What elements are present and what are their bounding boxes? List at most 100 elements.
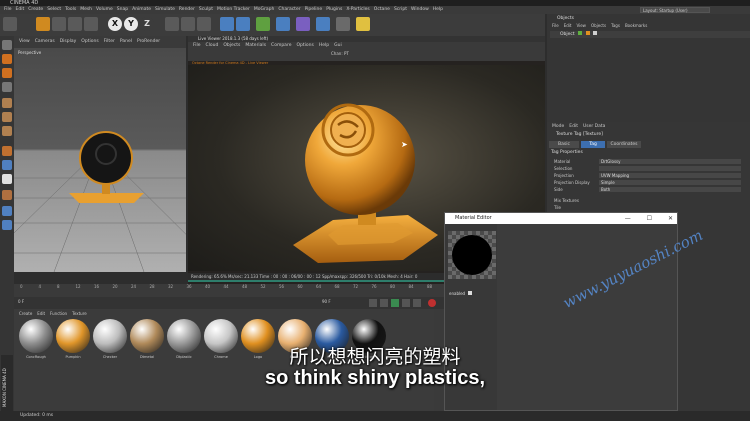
menu-item-mesh[interactable]: Mesh — [80, 6, 92, 14]
floor-icon[interactable] — [316, 17, 330, 31]
camera-icon[interactable] — [336, 17, 350, 31]
timeline-ruler[interactable]: 0 4 8 12 16 20 24 28 32 36 40 44 48 52 56 60 64 68 72 76 80 8… — [14, 284, 444, 297]
live-viewer-menu-objects[interactable]: Objects — [223, 42, 240, 49]
menu-item-pipeline[interactable]: Pipeline — [305, 6, 323, 14]
viewport-menu-options[interactable]: Options — [81, 36, 98, 48]
live-viewer-menu-options[interactable]: Options — [296, 42, 313, 49]
tab-tag[interactable]: Tag — [581, 141, 605, 148]
property-side[interactable]: Side Both — [551, 187, 741, 193]
workplane-icon[interactable] — [2, 82, 12, 92]
cube-icon[interactable] — [220, 17, 234, 31]
menu-item-tools[interactable]: Tools — [65, 6, 76, 14]
attribute-menu-mode[interactable]: Mode — [552, 124, 564, 130]
goto-start-icon[interactable] — [369, 299, 377, 307]
render-region-icon[interactable] — [165, 17, 179, 31]
tab-coordinates[interactable]: Coordinates — [607, 141, 641, 148]
viewport-menu-filter[interactable]: Filter — [104, 36, 115, 48]
objects-menu-edit[interactable]: Edit — [564, 22, 572, 29]
objects-menu-objects[interactable]: Objects — [591, 22, 606, 29]
goto-end-icon[interactable] — [413, 299, 421, 307]
menu-item-file[interactable]: File — [4, 6, 12, 14]
pen-icon[interactable] — [236, 17, 250, 31]
tab-basic[interactable]: Basic — [549, 141, 579, 148]
perspective-viewport[interactable]: View Cameras Display Options Filter Panel ProR… — [14, 36, 186, 272]
menu-item-select[interactable]: Select — [47, 6, 61, 14]
menu-item-snap[interactable]: Snap — [117, 6, 128, 14]
objects-menu-tags[interactable]: Tags — [611, 22, 620, 29]
property-projection[interactable]: Projection UVW Mapping — [551, 173, 741, 179]
viewport-menu-prorender[interactable]: ProRender — [137, 36, 160, 48]
snap-icon[interactable] — [2, 160, 12, 170]
minimize-icon[interactable]: — — [625, 215, 631, 222]
viewport-menu-display[interactable]: Display — [60, 36, 77, 48]
model-mode-icon[interactable] — [2, 54, 12, 64]
bullet-icon[interactable] — [2, 174, 12, 184]
end-frame-field[interactable]: 90 F — [322, 299, 331, 304]
menu-item-plugins[interactable]: Plugins — [326, 6, 342, 14]
select-tool-icon[interactable] — [36, 17, 50, 31]
subdivision-icon[interactable] — [256, 17, 270, 31]
record-icon[interactable] — [428, 299, 436, 307]
material-preview[interactable] — [448, 231, 496, 279]
rotate-tool-icon[interactable] — [84, 17, 98, 31]
objects-menu-view[interactable]: View — [576, 22, 586, 29]
edges-mode-icon[interactable] — [2, 112, 12, 122]
next-frame-icon[interactable] — [402, 299, 410, 307]
y-axis-button[interactable]: Y — [124, 17, 138, 31]
material-menu-create[interactable]: Create — [19, 311, 32, 317]
property-tile[interactable]: Tile — [551, 205, 741, 211]
channel-selector[interactable]: Chan: PT — [331, 51, 349, 56]
viewport-menu-panel[interactable]: Panel — [120, 36, 132, 48]
viewport-scene[interactable] — [14, 48, 186, 272]
menu-item-motion-tracker[interactable]: Motion Tracker — [217, 6, 250, 14]
x-axis-button[interactable]: X — [108, 17, 122, 31]
texture-mode-icon[interactable] — [2, 68, 12, 78]
deformer-icon[interactable] — [296, 17, 310, 31]
live-viewer-menu-file[interactable]: File — [193, 42, 201, 49]
planar-icon[interactable] — [2, 220, 12, 230]
live-viewer-menu-compare[interactable]: Compare — [271, 42, 291, 49]
menu-item-octane[interactable]: Octane — [374, 6, 390, 14]
prev-frame-icon[interactable] — [380, 299, 388, 307]
menu-item-simulate[interactable]: Simulate — [155, 6, 175, 14]
lock-workplane-icon[interactable] — [2, 190, 12, 200]
menu-item-render[interactable]: Render — [179, 6, 195, 14]
menu-item-script[interactable]: Script — [394, 6, 407, 14]
light-icon[interactable] — [356, 17, 370, 31]
menu-item-create[interactable]: Create — [28, 6, 43, 14]
enabled-toggle[interactable]: enabled — [449, 291, 473, 296]
polygons-mode-icon[interactable] — [2, 126, 12, 136]
live-viewer-menu-help[interactable]: Help — [319, 42, 329, 49]
object-row[interactable]: Object — [550, 31, 750, 38]
live-viewer-menu-cloud[interactable]: Cloud — [206, 42, 219, 49]
property-projection-display[interactable]: Projection Display Simple — [551, 180, 741, 186]
render-view-icon[interactable] — [181, 17, 195, 31]
viewport-menu-view[interactable]: View — [19, 36, 30, 48]
axis-mode-icon[interactable] — [2, 146, 12, 156]
property-material[interactable]: Material DrtGlossy — [551, 159, 741, 165]
layout-dropdown[interactable]: Layout: Startup (User) — [640, 7, 710, 13]
menu-item-animate[interactable]: Animate — [132, 6, 151, 14]
viewport-menu-cameras[interactable]: Cameras — [35, 36, 55, 48]
texture-tag-icon[interactable] — [592, 31, 597, 35]
material-menu-edit[interactable]: Edit — [37, 311, 45, 317]
enabled-checkbox[interactable] — [468, 291, 473, 295]
menu-item-mograph[interactable]: MoGraph — [254, 6, 274, 14]
grid-icon[interactable] — [2, 206, 12, 216]
menu-item-edit[interactable]: Edit — [16, 6, 25, 14]
material-tag-icon[interactable] — [585, 31, 590, 35]
visibility-icon[interactable] — [578, 31, 583, 35]
menu-item-help[interactable]: Help — [433, 6, 443, 14]
scale-tool-icon[interactable] — [68, 17, 82, 31]
maximize-icon[interactable]: ☐ — [647, 215, 652, 222]
objects-menu-bookmarks[interactable]: Bookmarks — [625, 22, 647, 29]
start-frame-field[interactable]: 0 F — [18, 299, 24, 304]
undo-icon[interactable] — [3, 17, 17, 31]
menu-item-sculpt[interactable]: Sculpt — [199, 6, 213, 14]
objects-menu-file[interactable]: File — [552, 22, 559, 29]
property-selection[interactable]: Selection — [551, 166, 741, 172]
move-tool-icon[interactable] — [52, 17, 66, 31]
material-menu-function[interactable]: Function — [50, 311, 67, 317]
array-icon[interactable] — [276, 17, 290, 31]
live-viewer-menu-gui[interactable]: Gui — [334, 42, 342, 49]
